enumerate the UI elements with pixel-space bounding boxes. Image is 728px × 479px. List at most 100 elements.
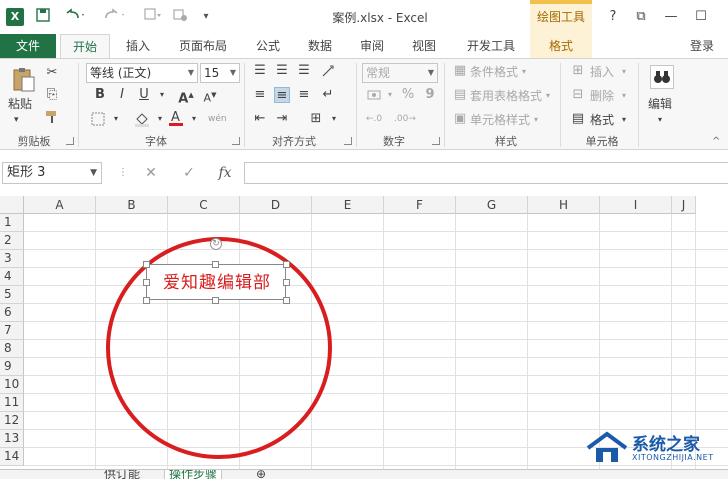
- percent-button[interactable]: %: [400, 87, 416, 103]
- font-color-dropdown-icon[interactable]: ▾: [186, 111, 202, 127]
- center-align-icon[interactable]: ≡: [274, 87, 290, 103]
- tab-formulas[interactable]: 公式: [246, 34, 290, 58]
- increase-decimal-icon[interactable]: ←.0: [366, 111, 382, 127]
- font-grow-icon[interactable]: A▲: [178, 87, 194, 106]
- row-header[interactable]: 8: [0, 340, 24, 358]
- column-header[interactable]: C: [168, 196, 240, 214]
- font-size-combo[interactable]: 15 ▼: [200, 63, 240, 83]
- format-cells-dropdown-icon[interactable]: ▾: [622, 111, 626, 129]
- cut-icon[interactable]: ✂: [44, 65, 60, 81]
- cell-styles-button[interactable]: 单元格样式: [470, 111, 530, 129]
- tab-insert[interactable]: 插入: [116, 34, 160, 58]
- left-align-icon[interactable]: ≡: [252, 87, 268, 103]
- sheet-tab-active[interactable]: 操作步骤: [164, 470, 223, 479]
- enter-button[interactable]: ✓: [178, 163, 200, 183]
- tab-format[interactable]: 格式: [530, 34, 592, 58]
- editing-dropdown-icon[interactable]: ▾: [658, 111, 662, 129]
- select-all-corner[interactable]: [0, 196, 24, 214]
- accounting-format-icon[interactable]: [366, 87, 382, 103]
- row-header[interactable]: 2: [0, 232, 24, 250]
- format-as-table-icon[interactable]: ▤: [452, 87, 468, 103]
- clear-format-icon[interactable]: [170, 8, 194, 26]
- tab-view[interactable]: 视图: [402, 34, 446, 58]
- row-header[interactable]: 12: [0, 412, 24, 430]
- paste-dropdown-icon[interactable]: ▾: [14, 111, 19, 129]
- column-header[interactable]: E: [312, 196, 384, 214]
- find-binoculars-icon[interactable]: [650, 65, 674, 89]
- row-header[interactable]: 14: [0, 448, 24, 466]
- fill-color-icon[interactable]: [134, 111, 150, 127]
- orientation-icon[interactable]: [320, 63, 336, 79]
- column-header[interactable]: J: [672, 196, 696, 214]
- undo-icon[interactable]: [62, 8, 88, 26]
- insert-cells-dropdown-icon[interactable]: ▾: [622, 63, 626, 81]
- row-header[interactable]: 11: [0, 394, 24, 412]
- row-header[interactable]: 5: [0, 286, 24, 304]
- row-header[interactable]: 4: [0, 268, 24, 286]
- font-name-combo[interactable]: 等线 (正文) ▼: [86, 63, 198, 83]
- row-header[interactable]: 1: [0, 214, 24, 232]
- tab-home[interactable]: 开始: [60, 34, 110, 58]
- column-header[interactable]: F: [384, 196, 456, 214]
- top-align-icon[interactable]: ☰: [252, 63, 268, 79]
- paste-icon[interactable]: [10, 65, 38, 93]
- borders-dropdown-icon[interactable]: ▾: [108, 111, 124, 127]
- italic-button[interactable]: I: [114, 87, 130, 103]
- tab-page-layout[interactable]: 页面布局: [168, 34, 238, 58]
- login-link[interactable]: 登录: [690, 34, 714, 58]
- redo-icon[interactable]: [102, 8, 128, 26]
- format-as-table-dropdown-icon[interactable]: ▾: [546, 87, 550, 105]
- delete-cells-button[interactable]: 删除: [590, 87, 614, 105]
- customize-qat-icon[interactable]: ▾: [200, 8, 212, 26]
- column-header[interactable]: H: [528, 196, 600, 214]
- accounting-dropdown-icon[interactable]: ▾: [382, 87, 398, 103]
- paste-button[interactable]: 粘贴: [8, 95, 32, 113]
- cell-styles-dropdown-icon[interactable]: ▾: [534, 111, 538, 129]
- column-header[interactable]: I: [600, 196, 672, 214]
- new-sheet-icon[interactable]: ⊕: [256, 470, 266, 479]
- help-button[interactable]: ?: [602, 8, 624, 26]
- font-launcher-icon[interactable]: [232, 137, 240, 145]
- phonetic-icon[interactable]: wén: [208, 111, 227, 127]
- row-header[interactable]: 10: [0, 376, 24, 394]
- font-color-icon[interactable]: A: [168, 109, 184, 126]
- right-align-icon[interactable]: ≡: [296, 87, 312, 103]
- row-header[interactable]: 7: [0, 322, 24, 340]
- name-box[interactable]: 矩形 3 ▼: [2, 162, 102, 184]
- save-icon[interactable]: [34, 8, 52, 26]
- delete-cells-icon[interactable]: ⊟: [570, 87, 586, 103]
- tab-file[interactable]: 文件: [0, 34, 56, 58]
- column-header[interactable]: D: [240, 196, 312, 214]
- row-header[interactable]: 6: [0, 304, 24, 322]
- column-header[interactable]: A: [24, 196, 96, 214]
- maximize-button[interactable]: ☐: [690, 8, 712, 26]
- formula-input[interactable]: [244, 162, 728, 184]
- format-cells-icon[interactable]: ▤: [570, 111, 586, 127]
- column-header[interactable]: B: [96, 196, 168, 214]
- row-header[interactable]: 3: [0, 250, 24, 268]
- cell-styles-icon[interactable]: ▣: [452, 111, 468, 127]
- text-box-content[interactable]: 爱知趣编辑部: [147, 265, 287, 301]
- format-as-table-button[interactable]: 套用表格格式: [470, 87, 542, 105]
- comma-style-button[interactable]: 9: [422, 87, 438, 103]
- tab-developer[interactable]: 开发工具: [456, 34, 526, 58]
- clipboard-launcher-icon[interactable]: [66, 137, 74, 145]
- minimize-button[interactable]: —: [660, 8, 682, 26]
- sheet-tab[interactable]: 供订能: [104, 470, 140, 479]
- number-format-combo[interactable]: 常规 ▼: [362, 63, 438, 83]
- copy-icon[interactable]: ⎘: [44, 87, 60, 103]
- underline-dropdown-icon[interactable]: ▾: [154, 87, 170, 103]
- ribbon-display-icon[interactable]: ⧉: [630, 8, 652, 26]
- bold-button[interactable]: B: [92, 87, 108, 103]
- conditional-format-dropdown-icon[interactable]: ▾: [522, 63, 526, 81]
- tab-data[interactable]: 数据: [298, 34, 342, 58]
- insert-function-button[interactable]: fx: [214, 163, 236, 183]
- touch-mode-icon[interactable]: [140, 8, 164, 26]
- cancel-button[interactable]: ✕: [140, 163, 162, 183]
- row-header[interactable]: 13: [0, 430, 24, 448]
- insert-cells-button[interactable]: 插入: [590, 63, 614, 81]
- merge-dropdown-icon[interactable]: ▾: [326, 111, 342, 127]
- row-header[interactable]: 9: [0, 358, 24, 376]
- underline-button[interactable]: U: [136, 87, 152, 103]
- tab-review[interactable]: 审阅: [350, 34, 394, 58]
